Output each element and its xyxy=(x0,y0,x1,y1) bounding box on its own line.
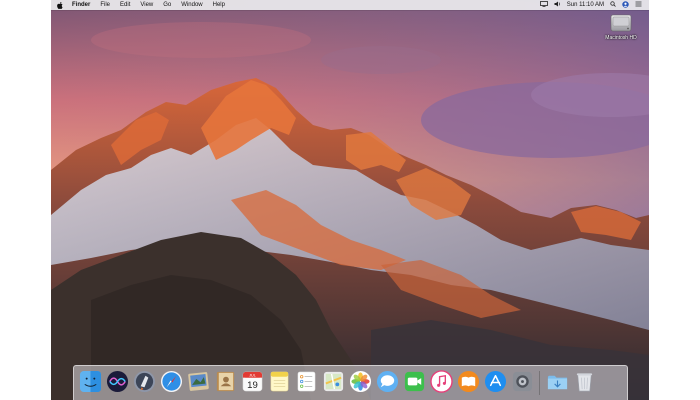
itunes-icon[interactable] xyxy=(430,370,453,393)
menu-bar: Finder File Edit View Go Window Help Sun… xyxy=(51,0,649,10)
trash-icon[interactable] xyxy=(573,370,596,393)
desktop-screen: Finder File Edit View Go Window Help Sun… xyxy=(51,0,649,400)
messages-icon[interactable] xyxy=(376,370,399,393)
calendar-month: JUL xyxy=(249,374,256,378)
menu-go[interactable]: Go xyxy=(158,0,176,10)
macintosh-hd-desktop-item[interactable]: Macintosh HD xyxy=(601,12,641,41)
menu-edit[interactable]: Edit xyxy=(115,0,135,10)
notes-icon[interactable] xyxy=(268,370,291,393)
dock-separator xyxy=(539,371,540,395)
system-preferences-icon[interactable] xyxy=(511,370,534,393)
drive-label: Macintosh HD xyxy=(605,35,637,41)
photos-icon[interactable] xyxy=(349,370,372,393)
calendar-icon[interactable]: JUL 19 xyxy=(241,370,264,393)
ibooks-icon[interactable] xyxy=(457,370,480,393)
safari-icon[interactable] xyxy=(160,370,183,393)
menubar-clock[interactable]: Sun 11:10 AM xyxy=(564,0,607,10)
search-icon[interactable] xyxy=(610,1,616,9)
menu-file[interactable]: File xyxy=(95,0,115,10)
dock: JUL 19 xyxy=(73,365,628,400)
contacts-icon[interactable] xyxy=(214,370,237,393)
downloads-folder-icon[interactable] xyxy=(546,370,569,393)
facetime-icon[interactable] xyxy=(403,370,426,393)
wallpaper xyxy=(51,0,649,400)
calendar-day: 19 xyxy=(247,380,258,391)
menu-finder[interactable]: Finder xyxy=(67,0,95,10)
list-icon[interactable] xyxy=(635,1,642,9)
reminders-icon[interactable] xyxy=(295,370,318,393)
hard-drive-icon xyxy=(610,12,632,34)
status-area: Sun 11:10 AM xyxy=(537,0,649,10)
apple-logo-icon[interactable] xyxy=(51,1,67,9)
display-icon[interactable] xyxy=(539,1,548,9)
menu-help[interactable]: Help xyxy=(208,0,230,10)
mail-photo-icon[interactable] xyxy=(187,370,210,393)
siri-icon[interactable] xyxy=(106,370,129,393)
maps-icon[interactable] xyxy=(322,370,345,393)
launchpad-icon[interactable] xyxy=(133,370,156,393)
app-store-icon[interactable] xyxy=(484,370,507,393)
menu-window[interactable]: Window xyxy=(176,0,207,10)
speaker-icon[interactable] xyxy=(554,1,561,9)
finder-icon[interactable] xyxy=(79,370,102,393)
user-icon[interactable] xyxy=(622,0,629,10)
menu-view[interactable]: View xyxy=(135,0,158,10)
